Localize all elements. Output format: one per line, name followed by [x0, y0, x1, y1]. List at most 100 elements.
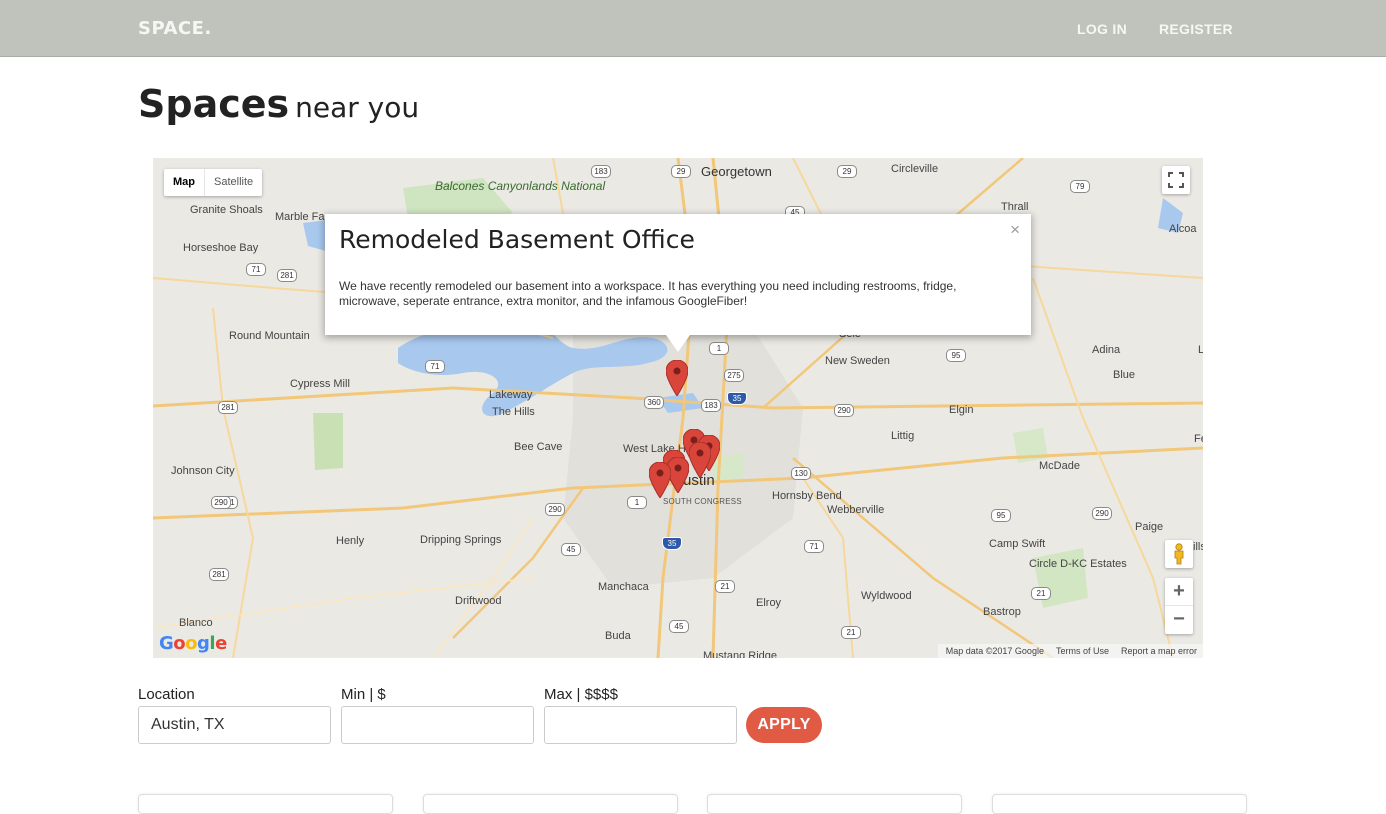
place-label: Circleville	[891, 163, 939, 175]
interstate-shield: 35	[727, 392, 747, 405]
place-label: Hornsby Bend	[772, 490, 842, 502]
place-label: Henly	[336, 535, 365, 547]
place-label: Blanco	[179, 617, 213, 629]
info-window-title: Remodeled Basement Office	[339, 225, 695, 254]
route-shield: 275	[724, 369, 744, 382]
place-label: Marble Fa	[275, 211, 325, 223]
place-label: ills	[1193, 541, 1203, 553]
map-marker[interactable]	[666, 360, 688, 396]
page-title-sub: near you	[295, 91, 420, 124]
place-label: Dripping Springs	[420, 534, 502, 546]
map-marker[interactable]	[689, 442, 711, 478]
min-price-input[interactable]	[341, 706, 534, 744]
close-icon[interactable]: ×	[1010, 220, 1020, 240]
zoom-control: + −	[1165, 578, 1193, 634]
page-title-main: Spaces	[138, 82, 290, 126]
place-label: Littig	[891, 430, 915, 442]
route-shield: 21	[841, 626, 861, 639]
route-shield: 290	[545, 503, 565, 516]
apply-button[interactable]: APPLY	[746, 707, 822, 743]
min-price-label: Min | $	[341, 686, 386, 703]
place-label: Fedo	[1194, 433, 1203, 445]
google-logo[interactable]: Google	[159, 633, 227, 654]
place-label: McDade	[1039, 460, 1080, 472]
place-label: Driftwood	[455, 595, 502, 607]
place-label: Adina	[1092, 344, 1121, 356]
navbar: SPACE. LOG IN REGISTER	[0, 0, 1386, 57]
interstate-shield: 35	[662, 537, 682, 550]
location-label: Location	[138, 686, 195, 703]
map-type-satellite-button[interactable]: Satellite	[205, 169, 262, 196]
route-shield: 79	[1070, 180, 1090, 193]
route-shield: 183	[701, 399, 721, 412]
fullscreen-icon	[1168, 172, 1184, 188]
info-window-tail	[666, 335, 690, 352]
place-label: Manchaca	[598, 581, 649, 593]
brand-logo[interactable]: SPACE.	[138, 18, 212, 39]
route-shield: 290	[211, 496, 231, 509]
space-card[interactable]	[992, 794, 1247, 814]
place-label: Elroy	[756, 597, 782, 609]
place-label: Elgin	[949, 404, 974, 416]
place-label: Cypress Mill	[290, 378, 350, 390]
zoom-in-button[interactable]: +	[1165, 578, 1193, 606]
place-label: Georgetown	[701, 164, 772, 179]
route-shield: 29	[671, 165, 691, 178]
route-shield: 360	[644, 396, 664, 409]
space-card[interactable]	[138, 794, 393, 814]
fullscreen-button[interactable]	[1162, 166, 1190, 194]
route-shield: 71	[425, 360, 445, 373]
place-label: West Lake Hills	[623, 443, 699, 455]
max-price-input[interactable]	[544, 706, 737, 744]
street-view-pegman[interactable]	[1165, 540, 1193, 568]
route-shield: 45	[669, 620, 689, 633]
place-label: Blue	[1113, 369, 1136, 381]
place-label: Bastrop	[983, 606, 1021, 618]
report-map-error-link[interactable]: Report a map error	[1121, 646, 1197, 658]
route-shield: 21	[715, 580, 735, 593]
place-label: Bee Cave	[514, 441, 563, 453]
map-attribution: Map data ©2017 Google Terms of Use Repor…	[937, 644, 1203, 658]
place-label: Buda	[605, 630, 631, 642]
route-shield: 290	[834, 404, 854, 417]
pegman-icon	[1174, 543, 1184, 565]
place-label: Horseshoe Bay	[183, 242, 259, 254]
page-title: Spaces near you	[138, 82, 419, 126]
map-marker[interactable]	[649, 462, 671, 498]
place-label: Thrall	[1001, 201, 1029, 213]
place-label: Camp Swift	[989, 538, 1046, 550]
route-shield: 71	[804, 540, 824, 553]
max-price-label: Max | $$$$	[544, 686, 618, 703]
info-window-description: We have recently remodeled our basement …	[339, 279, 957, 308]
terms-of-use-link[interactable]: Terms of Use	[1056, 646, 1109, 658]
location-input[interactable]	[138, 706, 331, 744]
route-shield: 290	[1092, 507, 1112, 520]
place-label: Alcoa	[1169, 223, 1197, 235]
place-label: New Sweden	[825, 355, 890, 367]
space-card[interactable]	[707, 794, 962, 814]
map-type-control: Map Satellite	[164, 169, 263, 196]
route-shield: 1	[627, 496, 647, 509]
place-label: L	[1198, 344, 1203, 356]
login-link[interactable]: LOG IN	[1077, 21, 1127, 37]
zoom-out-button[interactable]: −	[1165, 606, 1193, 634]
route-shield: 95	[991, 509, 1011, 522]
route-shield: 130	[791, 467, 811, 480]
map-data-credit: Map data ©2017 Google	[945, 646, 1044, 656]
route-shield: 45	[561, 543, 581, 556]
place-label: Balcones Canyonlands National	[435, 179, 606, 193]
place-label: Wyldwood	[861, 590, 912, 602]
place-label: The Hills	[492, 406, 535, 418]
map-type-map-button[interactable]: Map	[164, 169, 205, 196]
map[interactable]: Georgetown Circleville Balcones Canyonla…	[153, 158, 1203, 658]
space-card[interactable]	[423, 794, 678, 814]
route-shield: 281	[277, 269, 297, 282]
place-label: Mustang Ridge	[703, 650, 777, 658]
info-window: Remodeled Basement Office × We have rece…	[325, 214, 1031, 352]
register-link[interactable]: REGISTER	[1159, 21, 1233, 37]
place-label: Webberville	[827, 504, 885, 516]
route-shield: 281	[209, 568, 229, 581]
route-shield: 183	[591, 165, 611, 178]
place-label: Round Mountain	[229, 330, 310, 342]
place-label: SOUTH CONGRESS	[663, 497, 742, 506]
